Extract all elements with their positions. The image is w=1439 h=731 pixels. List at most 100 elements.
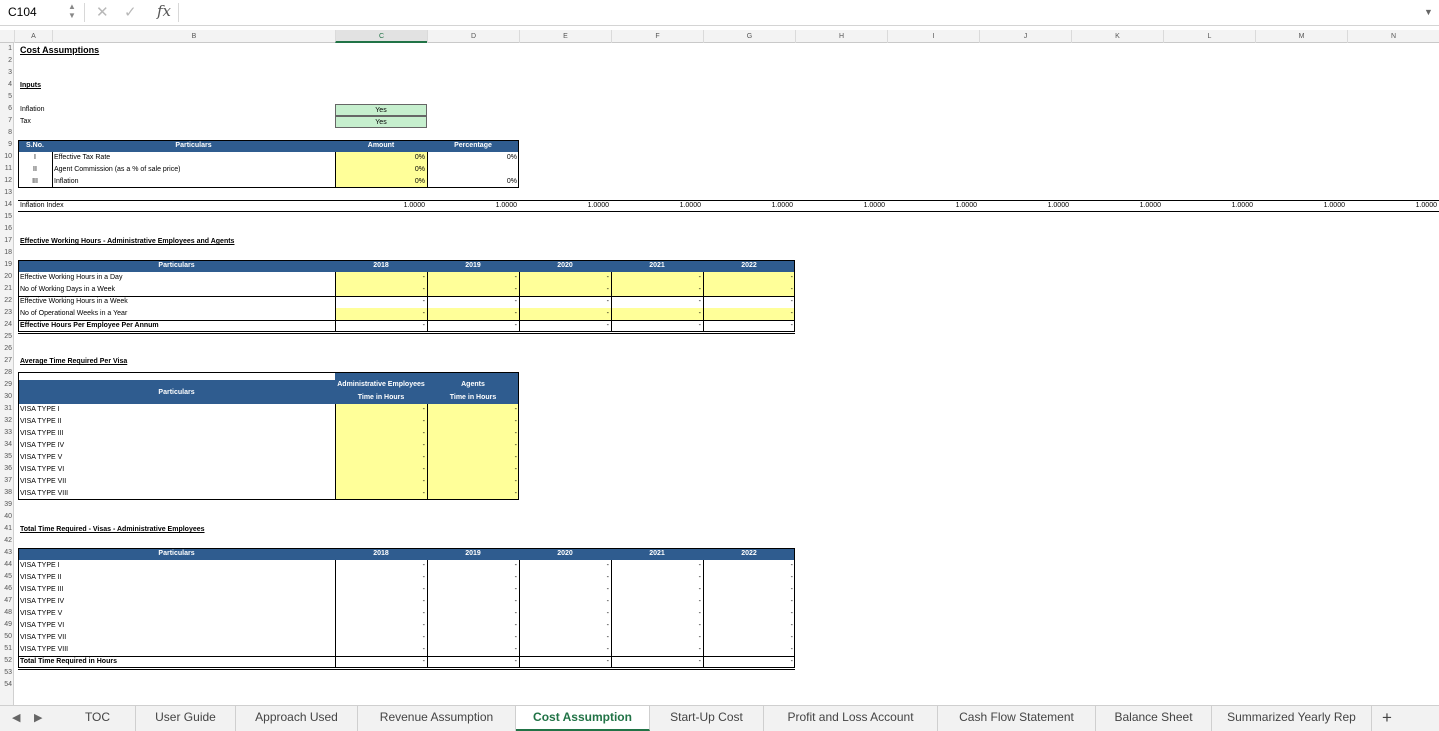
table-header[interactable]: Particulars [18,548,335,560]
table-header[interactable]: 2018 [335,548,427,560]
table-cell[interactable]: - [611,584,703,596]
total-label[interactable]: Total Time Required in Hours [18,656,335,668]
input-cell[interactable]: - [427,488,519,500]
input-cell[interactable]: - [427,272,519,284]
total-cell[interactable]: - [703,320,795,332]
row-label[interactable]: VISA TYPE V [18,608,335,620]
row-label[interactable]: VISA TYPE VIII [18,488,335,500]
row-label[interactable]: No of Operational Weeks in a Year [18,308,335,320]
table-cell[interactable]: II [18,164,52,176]
table-cell[interactable]: - [519,620,611,632]
table-cell[interactable]: - [519,584,611,596]
table-header[interactable]: Percentage [427,140,519,152]
table-cell[interactable]: - [427,596,519,608]
input-cell[interactable]: 0% [335,176,427,188]
table-cell[interactable]: - [703,644,795,656]
table-header[interactable]: Amount [335,140,427,152]
table-cell[interactable]: - [335,632,427,644]
input-cell[interactable]: - [335,464,427,476]
sheet-tab-start-up-cost[interactable]: Start-Up Cost [650,706,764,731]
table-header[interactable]: 2020 [519,548,611,560]
table-cell[interactable]: - [611,596,703,608]
input-cell[interactable]: - [703,308,795,320]
table-cell[interactable]: III [18,176,52,188]
table-cell[interactable]: - [519,572,611,584]
tab-scroll-left-icon[interactable]: ◀ [12,711,20,724]
table-cell[interactable]: - [519,608,611,620]
table-cell[interactable]: Inflation [52,176,335,188]
input-cell[interactable]: - [335,416,427,428]
table-cell[interactable]: - [519,632,611,644]
sheet-tab-summarized-yearly-rep[interactable]: Summarized Yearly Rep [1212,706,1372,731]
input-cell[interactable]: - [335,440,427,452]
input-cell[interactable]: - [335,272,427,284]
input-cell[interactable]: - [611,308,703,320]
input-cell[interactable]: - [611,284,703,296]
table-header[interactable]: S.No. [18,140,52,152]
input-cell[interactable]: - [427,464,519,476]
table-cell[interactable]: - [335,572,427,584]
row-label[interactable]: VISA TYPE VII [18,632,335,644]
row-label[interactable]: VISA TYPE VIII [18,644,335,656]
input-cell[interactable]: - [703,296,795,308]
input-cell[interactable]: - [335,428,427,440]
table-header[interactable]: Particulars [18,380,335,404]
table-cell[interactable]: - [703,608,795,620]
total-cell[interactable]: - [427,320,519,332]
tax-toggle[interactable]: Yes [335,116,427,128]
input-cell[interactable]: - [335,488,427,500]
table-header[interactable]: 2019 [427,548,519,560]
total-label[interactable]: Effective Hours Per Employee Per Annum [18,320,335,332]
table-cell[interactable]: - [611,572,703,584]
table-cell[interactable]: - [427,572,519,584]
row-label[interactable]: VISA TYPE VI [18,464,335,476]
input-cell[interactable]: - [427,440,519,452]
row-label[interactable]: VISA TYPE I [18,404,335,416]
row-label[interactable]: VISA TYPE III [18,584,335,596]
input-cell[interactable]: - [611,296,703,308]
row-label[interactable]: No of Working Days in a Week [18,284,335,296]
row-label[interactable]: VISA TYPE IV [18,440,335,452]
total-cell[interactable]: - [703,656,795,668]
sheet-tab-user-guide[interactable]: User Guide [136,706,236,731]
input-cell[interactable]: - [427,452,519,464]
input-cell[interactable]: 0% [335,164,427,176]
input-cell[interactable]: - [427,296,519,308]
table-cell[interactable]: - [427,608,519,620]
input-label[interactable]: Tax [18,116,335,128]
table-cell[interactable]: - [335,584,427,596]
table-cell[interactable]: Effective Tax Rate [52,152,335,164]
input-cell[interactable]: - [519,272,611,284]
input-cell[interactable]: - [335,452,427,464]
table-cell[interactable]: - [611,644,703,656]
section-heading-inputs[interactable]: Inputs [18,80,335,92]
table-cell[interactable]: - [519,560,611,572]
input-cell[interactable]: - [427,416,519,428]
table-cell[interactable]: - [703,560,795,572]
table-cell[interactable]: - [611,632,703,644]
table-cell[interactable]: - [611,620,703,632]
table-cell[interactable]: - [611,608,703,620]
table-cell[interactable]: Agent Commission (as a % of sale price) [52,164,335,176]
total-cell[interactable]: - [335,656,427,668]
row-label[interactable]: VISA TYPE III [18,428,335,440]
input-cell[interactable]: - [427,404,519,416]
input-cell[interactable]: - [335,476,427,488]
table-cell[interactable]: - [703,572,795,584]
input-cell[interactable]: - [519,308,611,320]
table-cell[interactable]: - [335,644,427,656]
input-cell[interactable]: 0% [335,152,427,164]
section-heading[interactable]: Average Time Required Per Visa [18,356,335,368]
table-cell[interactable]: - [335,620,427,632]
input-cell[interactable]: - [335,308,427,320]
table-header[interactable]: 2022 [703,260,795,272]
total-cell[interactable]: - [519,320,611,332]
table-header[interactable]: 2021 [611,260,703,272]
input-cell[interactable]: - [703,272,795,284]
table-cell[interactable]: - [427,632,519,644]
row-label[interactable]: VISA TYPE I [18,560,335,572]
row-label[interactable]: VISA TYPE II [18,416,335,428]
table-cell[interactable]: - [335,596,427,608]
input-cell[interactable]: - [519,284,611,296]
table-header[interactable]: Time in Hours [427,392,519,404]
